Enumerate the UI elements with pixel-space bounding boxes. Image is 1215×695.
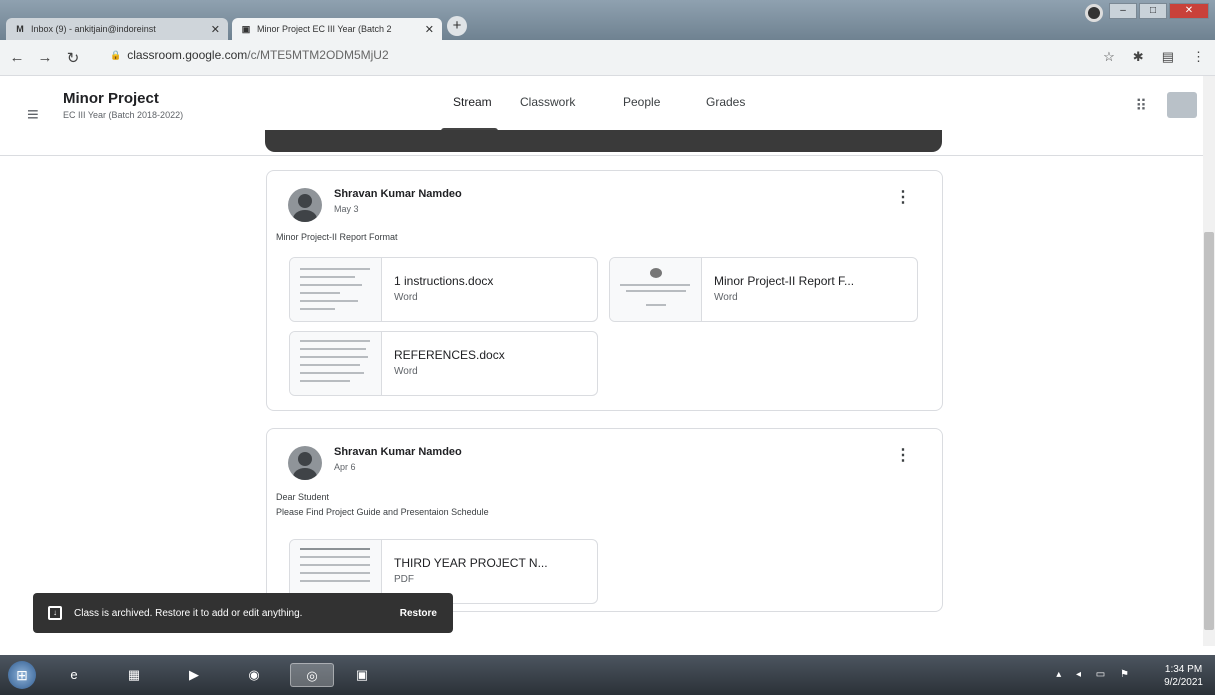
forward-icon[interactable]: → — [34, 49, 56, 66]
snackbar-message: Class is archived. Restore it to add or … — [74, 607, 303, 619]
author-avatar — [288, 446, 322, 480]
media-player-icon[interactable]: ▶ — [180, 663, 208, 687]
archived-snackbar: ↓ Class is archived. Restore it to add o… — [33, 593, 453, 633]
more-options-icon[interactable]: ⋮ — [895, 445, 911, 465]
system-tray-icons[interactable]: ▴ ◂ ▭ ⚑ — [1056, 669, 1135, 680]
post-body: Please Find Project Guide and Presentaio… — [276, 507, 489, 517]
maximize-button[interactable]: □ — [1139, 3, 1167, 19]
extension-icon[interactable]: ▤ — [1162, 49, 1174, 65]
firefox-icon[interactable]: ◉ — [240, 663, 268, 687]
taskbar-clock[interactable]: 1:34 PM 9/2/2021 — [1164, 663, 1203, 689]
stream-post: Shravan Kumar Namdeo May 3 ⋮ Minor Proje… — [266, 170, 943, 411]
post-date: May 3 — [334, 204, 359, 214]
tab-classwork[interactable]: Classwork — [520, 95, 575, 109]
url-path: /c/MTE5MTM2ODM5MjU2 — [247, 48, 389, 62]
reload-icon[interactable]: ↻ — [62, 49, 84, 67]
doc-thumbnail — [290, 332, 382, 395]
hamburger-icon[interactable]: ≡ — [27, 104, 39, 127]
apps-grid-icon[interactable]: ⠿ — [1135, 96, 1147, 116]
class-banner — [265, 130, 942, 152]
archive-icon: ↓ — [48, 606, 62, 620]
avatar[interactable] — [1167, 92, 1197, 118]
close-icon[interactable]: ✕ — [425, 23, 434, 36]
browser-toolbar-icons: ☆ ✱ ▤ ⋮ — [1103, 49, 1205, 65]
scrollbar-thumb[interactable] — [1204, 232, 1214, 630]
more-options-icon[interactable]: ⋮ — [895, 187, 911, 207]
file-explorer-icon[interactable]: ▦ — [120, 663, 148, 687]
lock-icon: 🔒 — [110, 49, 122, 60]
attachment-name: 1 instructions.docx — [394, 274, 494, 288]
window-controls: – □ ✕ — [1109, 3, 1209, 19]
gmail-icon: M — [16, 24, 24, 34]
windows-taskbar: ⊞ e ▦ ▶ ◉ ◎ ▣ ▴ ◂ ▭ ⚑ 1:34 PM 9/2/2021 — [0, 655, 1215, 695]
post-body: Minor Project-II Report Format — [276, 232, 398, 242]
minimize-button[interactable]: – — [1109, 3, 1137, 19]
attachment-card[interactable]: 1 instructions.docx Word — [289, 257, 598, 322]
post-author: Shravan Kumar Namdeo — [334, 446, 462, 458]
attachment-type: Word — [394, 292, 418, 303]
class-title[interactable]: Minor Project — [63, 90, 159, 107]
office-icon[interactable]: ▣ — [348, 663, 376, 687]
restore-button[interactable]: Restore — [400, 608, 437, 619]
classroom-icon: ▣ — [241, 23, 251, 34]
attachment-card[interactable]: REFERENCES.docx Word — [289, 331, 598, 396]
post-date: Apr 6 — [334, 462, 356, 472]
tab-grades[interactable]: Grades — [706, 95, 745, 109]
author-avatar — [288, 188, 322, 222]
doc-thumbnail — [290, 258, 382, 321]
stream-post: Shravan Kumar Namdeo Apr 6 ⋮ Dear Studen… — [266, 428, 943, 612]
clock-date: 9/2/2021 — [1164, 677, 1203, 688]
chrome-taskbar-icon[interactable]: ◎ — [290, 663, 334, 687]
extensions-icon[interactable]: ✱ — [1133, 49, 1144, 65]
browser-tab-classroom[interactable]: ▣ Minor Project EC III Year (Batch 2 ✕ — [232, 18, 442, 40]
post-body: Dear Student — [276, 492, 330, 502]
url-host: classroom.google.com — [127, 48, 248, 62]
attachment-name: Minor Project-II Report F... — [714, 274, 855, 288]
address-bar: ← → ↻ 🔒 classroom.google.com/c/MTE5MTM2O… — [0, 40, 1215, 76]
start-button[interactable]: ⊞ — [8, 661, 36, 689]
tab-people[interactable]: People — [623, 95, 660, 109]
attachment-type: Word — [394, 366, 418, 377]
doc-thumbnail — [610, 258, 702, 321]
attachment-type: Word — [714, 292, 738, 303]
back-icon[interactable]: ← — [6, 49, 28, 66]
attachment-card[interactable]: Minor Project-II Report F... Word — [609, 257, 918, 322]
new-tab-button[interactable]: + — [447, 16, 467, 36]
close-window-button[interactable]: ✕ — [1169, 3, 1209, 19]
close-icon[interactable]: ✕ — [211, 23, 220, 36]
profile-icon[interactable] — [1085, 4, 1103, 22]
internet-explorer-icon[interactable]: e — [60, 663, 88, 687]
star-icon[interactable]: ☆ — [1103, 49, 1115, 65]
browser-tab-strip: M Inbox (9) - ankitjain@indoreinst ✕ ▣ M… — [0, 0, 1215, 40]
attachment-name: THIRD YEAR PROJECT N... — [394, 556, 548, 570]
class-subtitle: EC III Year (Batch 2018-2022) — [63, 110, 184, 120]
tab-stream[interactable]: Stream — [453, 95, 492, 109]
post-author: Shravan Kumar Namdeo — [334, 188, 462, 200]
browser-menu-icon[interactable]: ⋮ — [1192, 49, 1205, 65]
attachment-name: REFERENCES.docx — [394, 348, 505, 362]
clock-time: 1:34 PM — [1164, 664, 1203, 675]
browser-tab-gmail[interactable]: M Inbox (9) - ankitjain@indoreinst ✕ — [6, 18, 228, 40]
url-input[interactable]: 🔒 classroom.google.com/c/MTE5MTM2ODM5MjU… — [110, 48, 389, 62]
tab-title: Minor Project EC III Year (Batch 2 — [257, 24, 392, 34]
attachment-type: PDF — [394, 574, 414, 585]
tab-title: Inbox (9) - ankitjain@indoreinst — [31, 24, 156, 34]
